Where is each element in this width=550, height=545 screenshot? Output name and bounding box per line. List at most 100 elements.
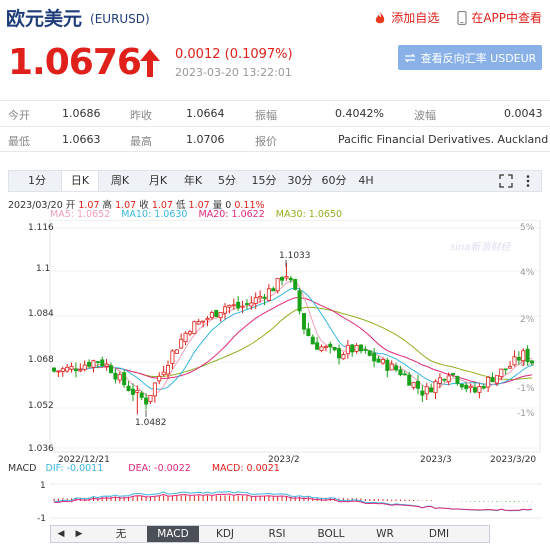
ma10-label: MA10: 1.0630 <box>121 209 188 220</box>
candle-body <box>139 392 144 398</box>
candle-body <box>459 383 464 388</box>
candle <box>332 346 337 352</box>
candle <box>196 318 201 325</box>
candle-body <box>293 279 298 290</box>
fire-icon <box>376 11 385 23</box>
candle-body <box>223 306 228 314</box>
y-tick: 1.068 <box>28 355 54 365</box>
candle <box>148 395 153 405</box>
macd-dea: DEA: -0.0022 <box>128 463 191 474</box>
tab-1min[interactable]: 1分 <box>17 171 57 191</box>
candle-body <box>56 370 61 373</box>
candle-body <box>100 359 105 367</box>
indicator-boll[interactable]: BOLL <box>303 526 359 542</box>
triangle-right-icon[interactable]: ▶ <box>71 526 87 542</box>
candle-body <box>429 387 434 393</box>
candle <box>227 304 232 314</box>
tab-15min[interactable]: 15分 <box>245 171 283 191</box>
candle-body <box>306 328 311 337</box>
indicator-wr[interactable]: WR <box>359 526 411 542</box>
fullscreen-icon[interactable] <box>499 174 513 188</box>
candle <box>223 303 228 320</box>
tab-30min[interactable]: 30分 <box>281 171 319 191</box>
candle-body <box>503 368 508 371</box>
candle-body <box>244 303 249 305</box>
candle <box>91 359 96 373</box>
candle-body <box>117 374 122 381</box>
report-label: 报价 <box>255 135 277 148</box>
candle <box>424 382 429 401</box>
candle <box>174 349 179 354</box>
indicator-dmi[interactable]: DMI <box>411 526 467 542</box>
indicator-kdj[interactable]: KDJ <box>199 526 251 542</box>
candle-body <box>415 381 420 389</box>
reverse-rate-button[interactable]: 查看反向汇率 USDEUR <box>398 45 542 70</box>
y-tick: 1.116 <box>28 223 54 233</box>
candle-body <box>183 332 188 343</box>
candle <box>192 320 197 335</box>
prev-close-value: 1.0664 <box>186 107 225 120</box>
candle <box>161 365 166 377</box>
candle-body <box>315 342 320 350</box>
tab-weekly[interactable]: 周K <box>101 171 139 191</box>
tab-yearly[interactable]: 年K <box>175 171 211 191</box>
candle-body <box>398 369 403 376</box>
candle-body <box>297 290 302 312</box>
tab-60min[interactable]: 60分 <box>315 171 353 191</box>
candle-body <box>170 350 175 364</box>
open-app-button[interactable]: 在APP中查看 <box>457 9 542 26</box>
candle <box>100 356 105 368</box>
candle-body <box>109 365 114 374</box>
candle-body <box>113 372 118 380</box>
candle <box>367 350 372 357</box>
add-favorite-button[interactable]: 添加自选 <box>373 9 439 26</box>
indicator-none[interactable]: 无 <box>95 526 147 542</box>
candle-body <box>227 304 232 308</box>
candle <box>179 333 184 350</box>
swap-icon <box>404 53 416 62</box>
tab-4h[interactable]: 4H <box>351 171 381 191</box>
candle <box>345 339 350 359</box>
header-actions: 添加自选 在APP中查看 <box>373 9 542 26</box>
candle-body <box>455 376 460 384</box>
tab-5min[interactable]: 5分 <box>209 171 245 191</box>
candle <box>170 349 175 370</box>
candle-body <box>104 363 109 367</box>
candle <box>122 369 127 388</box>
candle <box>455 375 460 386</box>
candle-body <box>424 386 429 395</box>
pct-tick: 5% <box>520 223 535 233</box>
candle <box>117 371 122 384</box>
candle <box>266 284 271 302</box>
candle-body <box>323 346 328 349</box>
tab-daily[interactable]: 日K <box>61 171 99 191</box>
high-value: 1.0706 <box>186 133 225 146</box>
ma20-label: MA20: 1.0622 <box>198 209 265 220</box>
candle <box>472 382 477 394</box>
more-icon[interactable] <box>521 174 535 188</box>
candle-body <box>253 297 258 304</box>
tab-monthly[interactable]: 月K <box>139 171 177 191</box>
candle <box>205 316 210 327</box>
candle-body <box>214 310 219 318</box>
macd-y-tick: -1 <box>37 514 46 524</box>
candle-body <box>87 361 92 367</box>
candlestick-chart[interactable]: 1.116 1.1 1.084 1.068 1.052 1.036 5% 4% … <box>0 220 550 455</box>
candle-body <box>60 368 65 372</box>
ma-legend: MA5: 1.0652 MA10: 1.0630 MA20: 1.0622 MA… <box>50 209 342 220</box>
candle-body <box>174 349 179 354</box>
candle-body <box>148 395 153 402</box>
triangle-left-icon[interactable]: ◀ <box>53 526 69 542</box>
candle-body <box>380 358 385 364</box>
candle <box>297 288 302 315</box>
add-favorite-label: 添加自选 <box>391 11 440 25</box>
indicator-macd[interactable]: MACD <box>147 526 199 542</box>
indicator-rsi[interactable]: RSI <box>251 526 303 542</box>
macd-title: MACD <box>8 463 37 474</box>
candle <box>236 296 241 311</box>
candle <box>486 375 491 393</box>
candle-body <box>394 365 399 371</box>
candle <box>187 330 192 337</box>
candle-body <box>209 312 214 319</box>
ma30-line <box>53 306 533 381</box>
